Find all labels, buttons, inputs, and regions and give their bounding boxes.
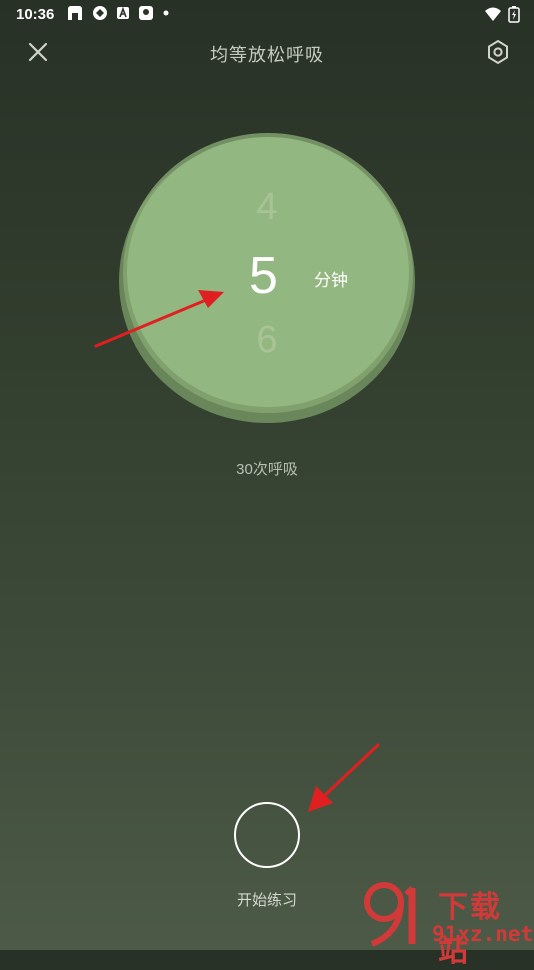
- sync-icon: [93, 6, 107, 20]
- minute-picker[interactable]: 4 5 分钟 6: [117, 133, 417, 423]
- page-title: 均等放松呼吸: [210, 45, 324, 65]
- watermark-logo-icon: [364, 882, 416, 947]
- battery-icon: [508, 6, 520, 23]
- dot-icon: [163, 10, 169, 16]
- picker-current-value[interactable]: 5: [249, 246, 278, 306]
- status-time: 10:36: [16, 6, 55, 23]
- picker-unit-label: 分钟: [314, 271, 348, 290]
- settings-hex-icon: [488, 39, 508, 65]
- top-bar: 均等放松呼吸: [0, 30, 534, 74]
- picker-next-value[interactable]: 6: [117, 319, 417, 362]
- breath-count: 30次呼吸: [236, 461, 298, 478]
- picker-previous-value[interactable]: 4: [117, 186, 417, 229]
- watermark-domain: 91xz.net: [432, 922, 534, 946]
- map-pin-icon: [139, 6, 153, 20]
- wifi-icon: [485, 7, 501, 21]
- status-bar: 10:36: [0, 0, 534, 28]
- status-icons-left: [66, 5, 170, 21]
- start-button[interactable]: [234, 802, 300, 868]
- annotation-arrow-start: [308, 743, 380, 812]
- watermark: 下载站 91xz.net: [362, 880, 534, 968]
- status-icons-right: [484, 5, 520, 23]
- notification-app-icon: [68, 6, 82, 20]
- settings-button[interactable]: [484, 38, 512, 66]
- a-badge-icon: [117, 6, 129, 19]
